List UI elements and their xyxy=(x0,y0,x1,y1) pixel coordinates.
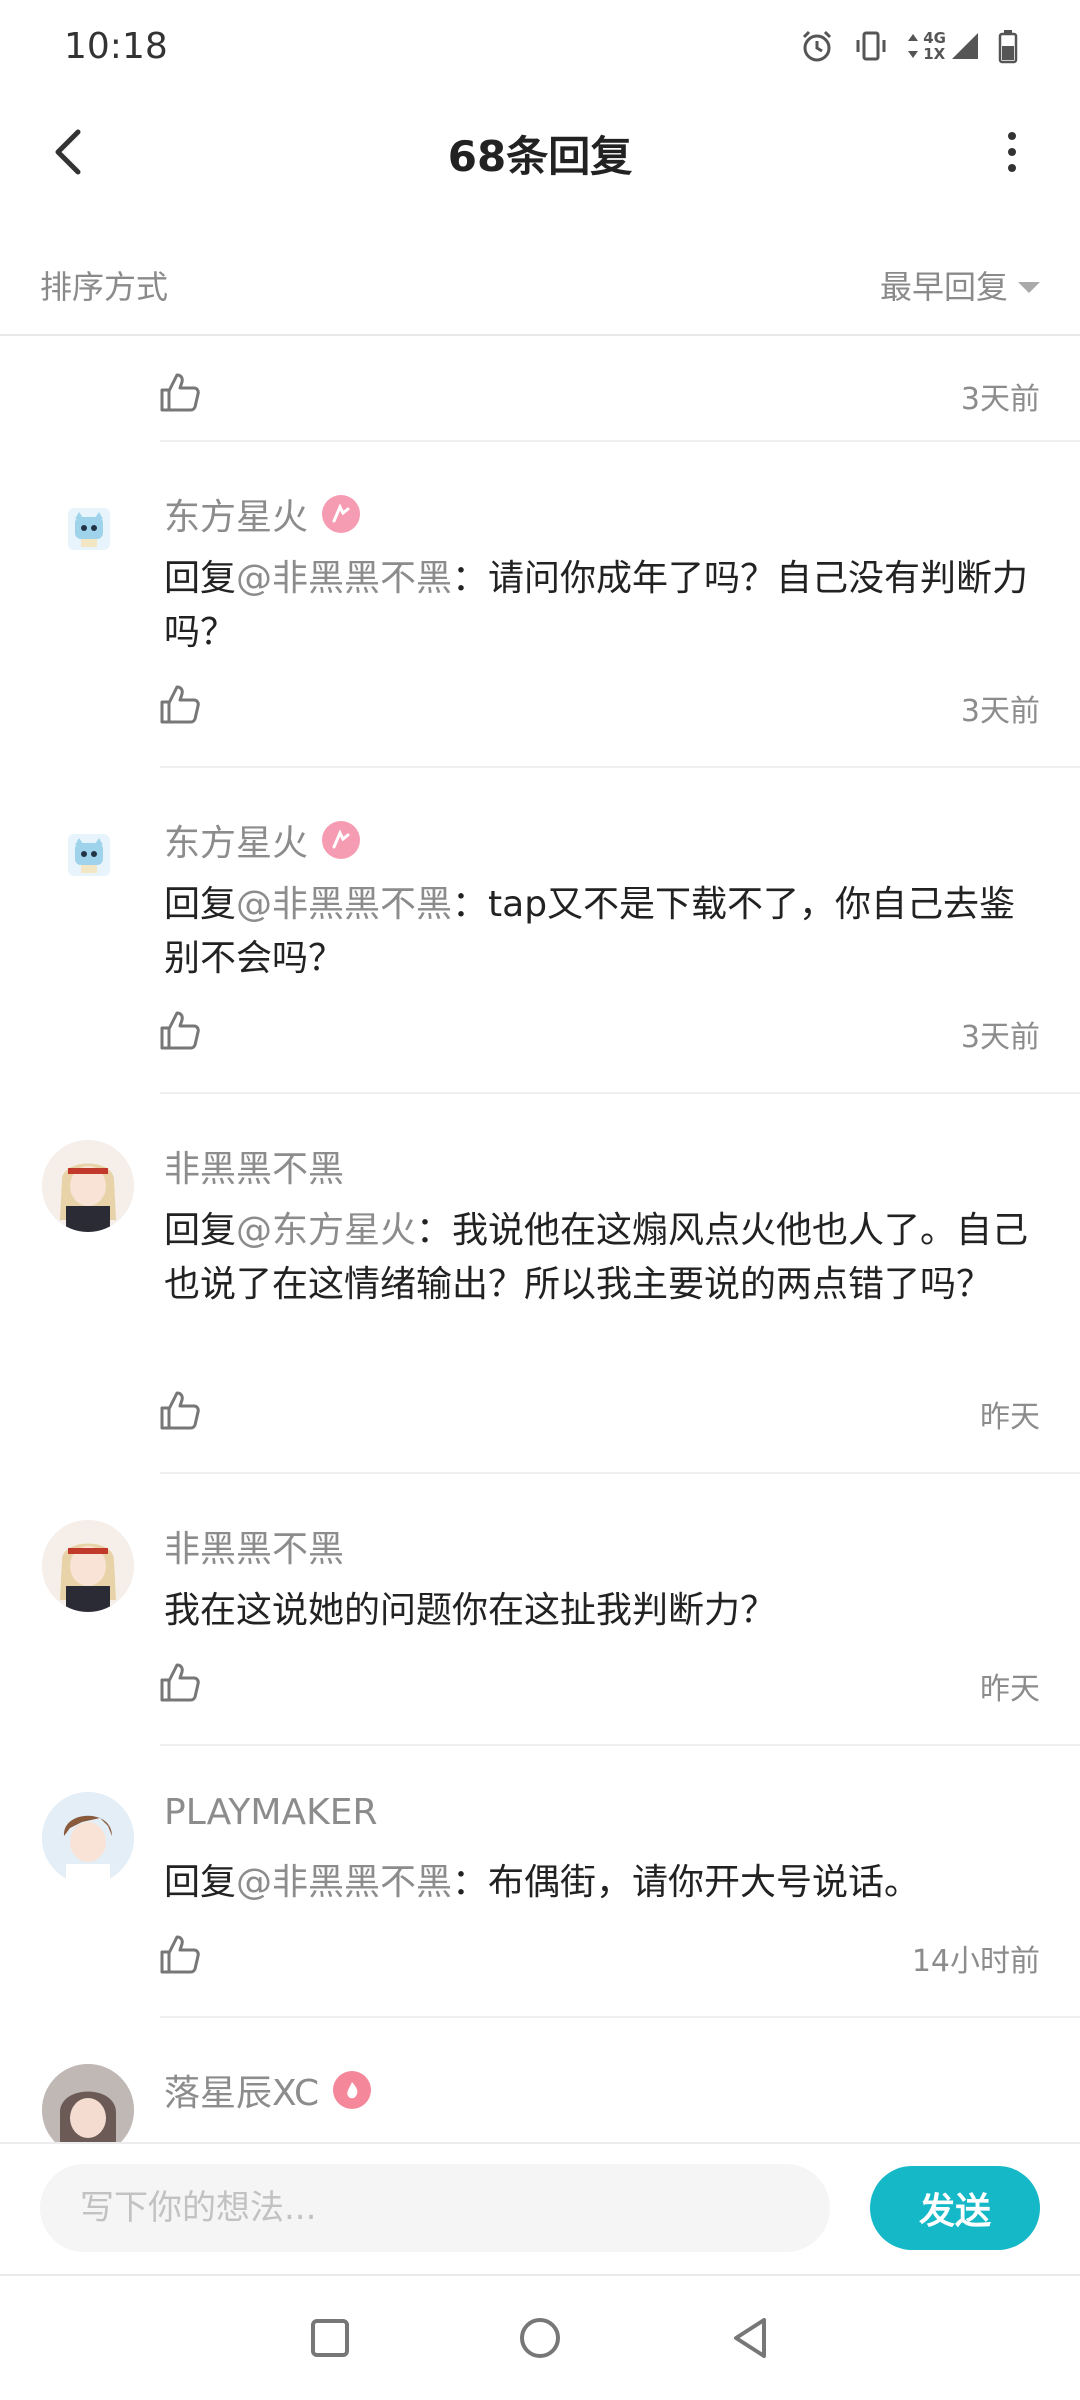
comment-time: 3天前 xyxy=(960,1020,1040,1055)
status-icons: 4G 1X xyxy=(799,28,1018,64)
comment-username[interactable]: 非黑黑不黑 xyxy=(164,1140,344,1192)
list-item: 非黑黑不黑 回复@东方星火：我说他在这煽风点火他也人了。自己也说了在这情绪输出？… xyxy=(0,1094,1080,1474)
sort-label: 排序方式 xyxy=(40,268,169,306)
username-text: PLAYMAKER xyxy=(164,1792,378,1833)
avatar[interactable] xyxy=(42,1140,134,1232)
network-indicator: 4G 1X xyxy=(907,30,980,62)
username-text: 东方星火 xyxy=(164,497,309,538)
sort-selected-value: 最早回复 xyxy=(879,268,1008,306)
mention-link[interactable]: @非黑黑不黑 xyxy=(236,558,452,599)
reply-prefix: 回复 xyxy=(164,884,237,925)
square-icon xyxy=(311,2319,349,2357)
vibrate-icon xyxy=(856,31,886,61)
like-icon[interactable] xyxy=(158,1932,202,1976)
send-button[interactable]: 发送 xyxy=(870,2166,1040,2250)
comment-username[interactable]: 东方星火 xyxy=(164,814,361,866)
comment-time: 昨天 xyxy=(980,1672,1040,1707)
username-text: 非黑黑不黑 xyxy=(164,1529,345,1570)
avatar-anime-girl-icon xyxy=(42,1140,134,1232)
status-bar: 10:18 4G 1X xyxy=(0,0,1080,92)
data-arrows-icon xyxy=(908,34,919,58)
comment-content: 回复@非黑黑不黑：tap又不是下载不了，你自己去鉴别不会吗？ xyxy=(164,878,1044,986)
recents-button[interactable] xyxy=(300,2308,360,2368)
back-nav-button[interactable] xyxy=(720,2308,780,2368)
app-bar: 68条回复 xyxy=(0,92,1080,214)
like-icon[interactable] xyxy=(158,370,202,414)
list-item: 东方星火 回复@非黑黑不黑：请问你成年了吗？自己没有判断力吗？ 3天前 xyxy=(0,442,1080,768)
level-badge-icon xyxy=(322,821,361,859)
network-type-top: 4G xyxy=(923,29,946,47)
home-button[interactable] xyxy=(510,2308,570,2368)
list-item: 3天前 xyxy=(0,338,1080,442)
comment-text: 我在这说她的问题你在这扯我判断力？ xyxy=(164,1590,777,1631)
comment-content: 回复@非黑黑不黑：请问你成年了吗？自己没有判断力吗？ xyxy=(164,552,1044,660)
mention-link[interactable]: @非黑黑不黑 xyxy=(236,884,452,925)
comment-time: 3天前 xyxy=(960,382,1040,417)
like-icon[interactable] xyxy=(158,1660,202,1704)
reply-prefix: 回复 xyxy=(164,1210,237,1251)
page-title: 68条回复 xyxy=(447,131,633,181)
comment-content: 回复@东方星火：我说他在这煽风点火他也人了。自己也说了在这情绪输出？所以我主要说… xyxy=(164,1204,1044,1312)
comment-content: 回复@非黑黑不黑：布偶街，请你开大号说话。 xyxy=(164,1856,1044,1910)
avatar-cat-icon xyxy=(75,838,103,873)
list-item: 东方星火 回复@非黑黑不黑：tap又不是下载不了，你自己去鉴别不会吗？ 3天前 xyxy=(0,768,1080,1094)
level-badge-icon xyxy=(322,495,361,533)
back-button[interactable] xyxy=(36,120,100,184)
mention-link[interactable]: @非黑黑不黑 xyxy=(236,1862,452,1903)
more-options-button[interactable] xyxy=(980,120,1044,184)
alarm-icon xyxy=(803,30,832,62)
like-icon[interactable] xyxy=(158,1008,202,1052)
status-time: 10:18 xyxy=(64,25,168,67)
avatar[interactable] xyxy=(68,834,110,876)
sort-select[interactable]: 最早回复 xyxy=(880,262,1040,308)
comment-time: 3天前 xyxy=(960,694,1040,729)
reply-prefix: 回复 xyxy=(164,558,237,599)
list-item: 非黑黑不黑 我在这说她的问题你在这扯我判断力？ 昨天 xyxy=(0,1474,1080,1746)
comment-username[interactable]: 东方星火 xyxy=(164,488,361,540)
comment-time: 昨天 xyxy=(980,1400,1040,1435)
sort-bar: 排序方式 最早回复 xyxy=(0,236,1080,336)
avatar-anime-girl-icon xyxy=(42,2064,134,2142)
list-item: PLAYMAKER 回复@非黑黑不黑：布偶街，请你开大号说话。 14小时前 xyxy=(0,1746,1080,2018)
chevron-left-icon xyxy=(55,129,81,175)
avatar[interactable] xyxy=(42,2064,134,2142)
circle-icon xyxy=(520,2318,560,2358)
list-item: 落星辰XC xyxy=(0,2018,1080,2142)
comment-username[interactable]: 落星辰XC xyxy=(164,2064,372,2116)
avatar-cat-icon xyxy=(75,512,103,547)
level-badge-icon xyxy=(333,2071,372,2109)
signal-icon xyxy=(952,33,978,59)
mention-link[interactable]: @东方星火 xyxy=(236,1210,416,1251)
reply-bar: 发送 xyxy=(0,2142,1080,2272)
caret-down-icon xyxy=(1018,281,1040,293)
avatar[interactable] xyxy=(42,1520,134,1612)
like-icon[interactable] xyxy=(158,682,202,726)
username-text: 非黑黑不黑 xyxy=(164,1149,345,1190)
reply-prefix: 回复 xyxy=(164,1862,237,1903)
username-text: 落星辰XC xyxy=(164,2073,320,2114)
triangle-back-icon xyxy=(734,2318,766,2358)
comment-username[interactable]: 非黑黑不黑 xyxy=(164,1520,344,1572)
battery-icon xyxy=(998,30,1018,64)
avatar-anime-boy-icon xyxy=(42,1792,134,1884)
comment-list[interactable]: 3天前 东方星火 回复@非黑黑不黑：请问你成年了吗？自己没有判断力吗？ 3天前 … xyxy=(0,338,1080,2142)
network-type-bottom: 1X xyxy=(923,45,946,63)
avatar[interactable] xyxy=(68,508,110,550)
comment-username[interactable]: PLAYMAKER xyxy=(164,1792,377,1833)
comment-text: ：布偶街，请你开大号说话。 xyxy=(452,1862,921,1903)
like-icon[interactable] xyxy=(158,1388,202,1432)
system-nav-bar xyxy=(0,2274,1080,2400)
comment-content: 我在这说她的问题你在这扯我判断力？ xyxy=(164,1584,1044,1638)
more-vertical-icon xyxy=(1008,132,1016,172)
avatar[interactable] xyxy=(42,1792,134,1884)
avatar-anime-girl-icon xyxy=(42,1520,134,1612)
comment-time: 14小时前 xyxy=(911,1944,1040,1979)
username-text: 东方星火 xyxy=(164,823,309,864)
reply-input[interactable] xyxy=(40,2164,830,2252)
